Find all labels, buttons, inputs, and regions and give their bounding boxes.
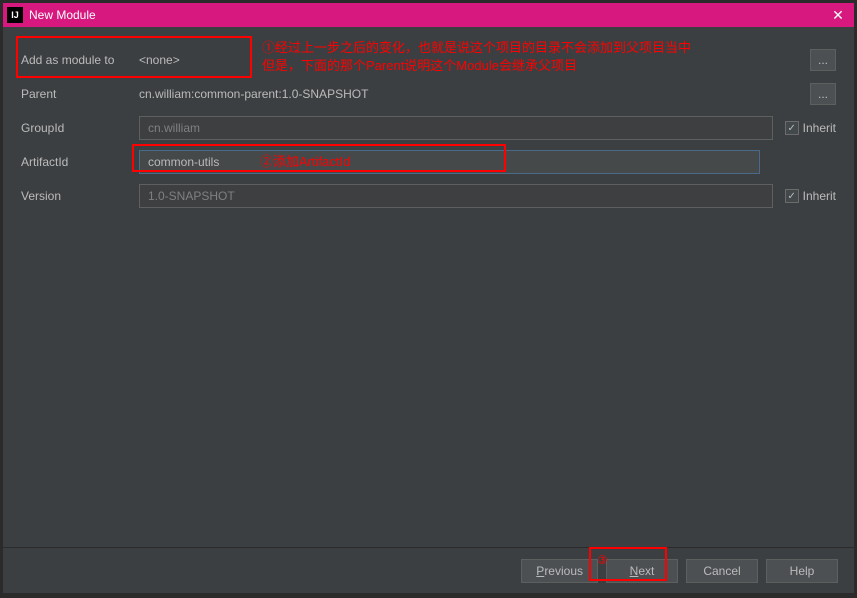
parent-label: Parent: [21, 87, 139, 101]
groupid-inherit-label: Inherit: [803, 121, 836, 135]
previous-button[interactable]: Previous: [521, 559, 598, 583]
window-title: New Module: [29, 8, 826, 22]
artifactid-label: ArtifactId: [21, 155, 139, 169]
version-inherit-checkbox[interactable]: ✓: [785, 189, 799, 203]
parent-browse-button[interactable]: ...: [810, 83, 836, 105]
add-as-module-label: Add as module to: [21, 53, 139, 67]
version-input[interactable]: [139, 184, 773, 208]
cancel-button[interactable]: Cancel: [686, 559, 758, 583]
dialog-footer: Previous Next Cancel Help: [3, 547, 854, 593]
add-as-module-browse-button[interactable]: ...: [810, 49, 836, 71]
version-label: Version: [21, 189, 139, 203]
artifactid-input[interactable]: [139, 150, 760, 174]
app-icon: IJ: [7, 7, 23, 23]
add-as-module-value: <none>: [139, 53, 180, 67]
help-button[interactable]: Help: [766, 559, 838, 583]
parent-value: cn.william:common-parent:1.0-SNAPSHOT: [139, 87, 368, 101]
groupid-input[interactable]: [139, 116, 773, 140]
close-button[interactable]: ✕: [826, 3, 850, 27]
groupid-label: GroupId: [21, 121, 139, 135]
new-module-dialog: IJ New Module ✕ Add as module to <none> …: [2, 2, 855, 594]
groupid-inherit-checkbox[interactable]: ✓: [785, 121, 799, 135]
version-inherit-label: Inherit: [803, 189, 836, 203]
next-button[interactable]: Next: [606, 559, 678, 583]
dialog-content: Add as module to <none> ... Parent cn.wi…: [3, 27, 854, 547]
titlebar: IJ New Module ✕: [3, 3, 854, 27]
